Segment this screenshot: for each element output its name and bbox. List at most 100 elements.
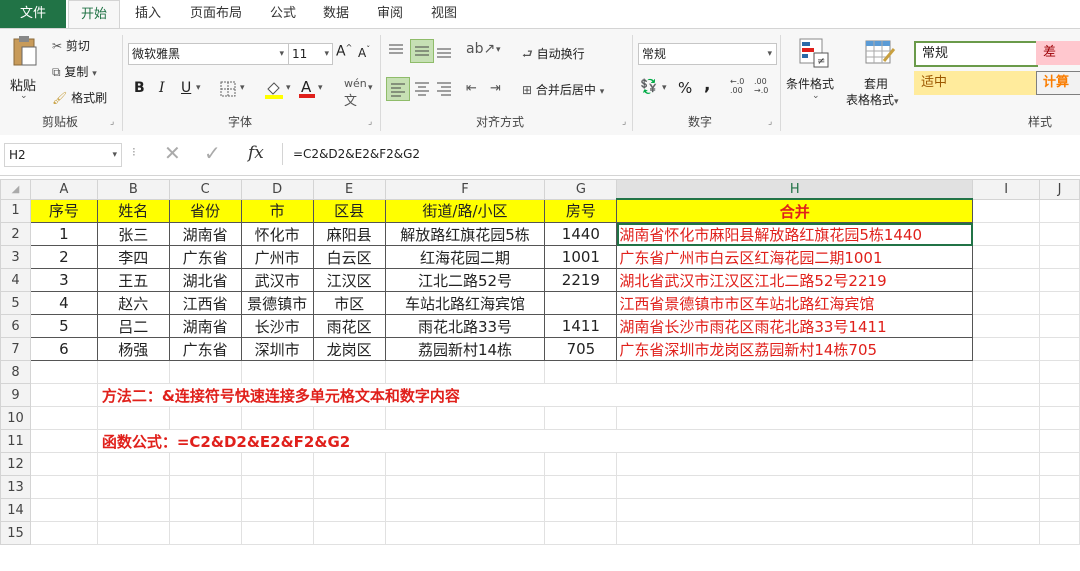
cell[interactable] [240,360,314,384]
orientation-dropdown-icon[interactable]: ▾ [496,45,501,55]
cell[interactable] [1039,245,1080,269]
cell[interactable]: 广州市 [240,245,314,269]
cell[interactable] [240,475,314,499]
cell[interactable]: 2 [29,245,98,269]
cell[interactable]: 长沙市 [240,314,314,338]
cell[interactable]: 红海花园二期 [384,245,546,269]
cell[interactable] [544,498,618,522]
tab-data[interactable]: 数据 [312,0,360,28]
cell[interactable] [168,521,242,545]
cell[interactable] [96,498,170,522]
cell[interactable]: 江汉区 [312,268,386,292]
align-top-icon[interactable] [388,43,404,59]
conditional-format-button[interactable]: 条件格式 [786,75,834,92]
column-header[interactable]: G [544,179,618,200]
phonetic-dropdown-icon[interactable]: ▾ [368,83,373,93]
number-launcher-icon[interactable]: ⌟ [768,117,772,127]
cell[interactable] [972,498,1041,522]
cell[interactable] [168,498,242,522]
cell[interactable] [1039,521,1080,545]
cell[interactable]: 市区 [312,291,386,315]
cell[interactable] [616,406,974,430]
name-box[interactable]: H2 ▾ [4,143,122,167]
cell[interactable] [972,291,1041,315]
paste-icon[interactable] [10,35,38,69]
italic-button[interactable]: I [159,80,165,96]
borders-dropdown-icon[interactable]: ▾ [240,83,245,93]
underline-dropdown-icon[interactable]: ▾ [196,83,201,93]
cell[interactable] [96,360,170,384]
format-as-table-label-1[interactable]: 套用 [864,75,888,92]
active-cell[interactable]: 湖南省怀化市麻阳县解放路红旗花园5栋1440 [616,222,974,246]
cell[interactable] [1039,337,1080,361]
formula-note[interactable]: 函数公式：=C2&D2&E2&F2&G2 [96,429,974,453]
alignment-launcher-icon[interactable]: ⌟ [622,117,626,127]
cell[interactable]: 白云区 [312,245,386,269]
decrease-decimal-icon[interactable]: .00 →.0 [754,77,768,95]
row-header[interactable]: 1 [0,198,31,223]
cell[interactable] [972,360,1041,384]
method-note[interactable]: 方法二：&连接符号快速连接多单元格文本和数字内容 [96,383,974,407]
format-as-table-icon[interactable] [864,37,896,69]
row-header[interactable]: 13 [0,475,31,499]
cell[interactable]: 5 [29,314,98,338]
cell[interactable]: 王五 [96,268,170,292]
row-header[interactable]: 6 [0,314,31,338]
cell[interactable]: 湖南省 [168,314,242,338]
merge-center-button[interactable]: ⊞ 合并后居中 ▾ [522,81,604,98]
cell[interactable] [1039,406,1080,430]
wrap-text-button[interactable]: ⮐ 自动换行 [522,45,585,66]
fill-color-dropdown-icon[interactable]: ▾ [286,83,291,93]
header-cell[interactable]: 市 [240,198,314,223]
cell[interactable] [616,360,974,384]
clipboard-launcher-icon[interactable]: ⌟ [110,117,114,127]
increase-decimal-icon[interactable]: ←.0.00 [730,77,744,95]
header-cell[interactable]: 区县 [312,198,386,223]
row-header[interactable]: 10 [0,406,31,430]
cell[interactable] [312,406,386,430]
cell[interactable] [544,291,618,315]
cell[interactable]: 4 [29,291,98,315]
cell[interactable] [1039,268,1080,292]
font-color-icon[interactable]: A [298,77,316,99]
cell[interactable] [29,475,98,499]
select-all-corner[interactable]: ◢ [0,179,31,200]
cell[interactable] [972,222,1041,246]
cell[interactable] [168,360,242,384]
font-name-select[interactable]: 微软雅黑 ▾ [128,43,289,65]
grow-font-icon[interactable]: A^ [336,43,352,60]
cell[interactable]: 深圳市 [240,337,314,361]
cell[interactable] [1039,291,1080,315]
cell[interactable] [972,406,1041,430]
cell[interactable] [1039,498,1080,522]
cell[interactable]: 景德镇市 [240,291,314,315]
cell[interactable]: 1411 [544,314,618,338]
cell[interactable] [168,406,242,430]
orientation-icon[interactable]: ab↗ [466,41,495,57]
decrease-indent-icon[interactable]: ⇤ [466,81,477,96]
shrink-font-icon[interactable]: Aˇ [358,45,370,60]
cell[interactable]: 广东省 [168,245,242,269]
increase-indent-icon[interactable]: ⇥ [490,81,501,96]
cell[interactable] [240,406,314,430]
cancel-icon[interactable]: ✕ [164,141,181,165]
tab-file[interactable]: 文件 [0,0,66,28]
cell[interactable] [240,521,314,545]
cell[interactable] [972,337,1041,361]
cell[interactable]: 广东省 [168,337,242,361]
cell[interactable] [616,521,974,545]
row-header[interactable]: 5 [0,291,31,315]
column-header[interactable]: F [384,179,546,200]
row-header[interactable]: 8 [0,360,31,384]
cell[interactable] [1039,429,1080,453]
cell[interactable] [1039,475,1080,499]
cell[interactable] [1039,452,1080,476]
column-header[interactable]: A [29,179,98,200]
cell[interactable]: 张三 [96,222,170,246]
row-header[interactable]: 12 [0,452,31,476]
cell[interactable] [972,314,1041,338]
cell[interactable]: 1001 [544,245,618,269]
row-header[interactable]: 15 [0,521,31,545]
cell[interactable] [1039,222,1080,246]
cell[interactable] [29,498,98,522]
